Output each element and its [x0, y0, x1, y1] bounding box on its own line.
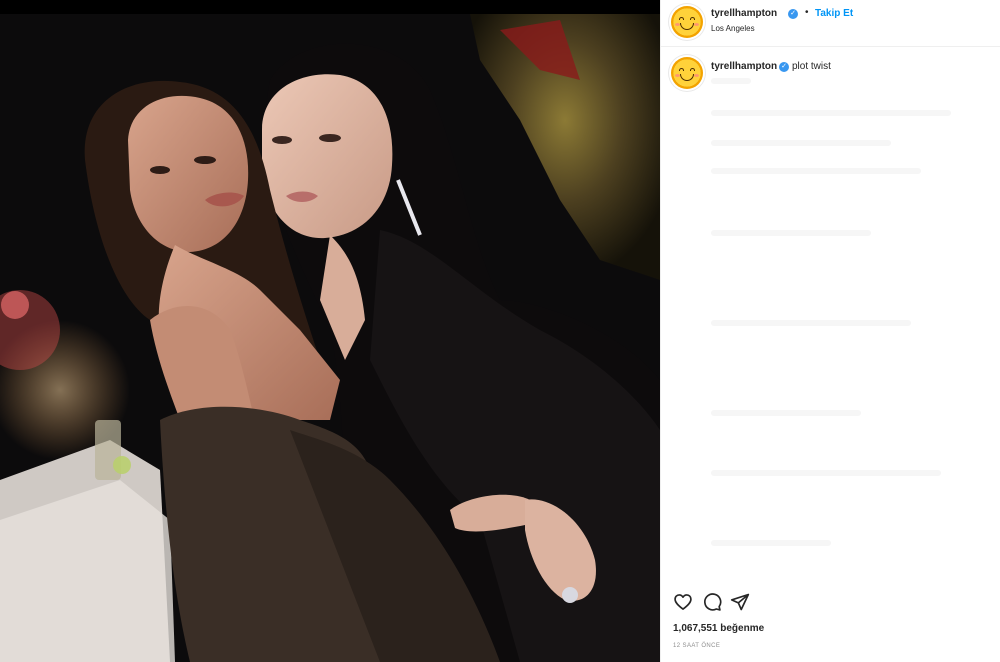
- verified-badge-icon: ✓: [788, 9, 798, 19]
- post-header: tyrellhampton ✓ • Takip Et Los Angeles: [661, 0, 1000, 47]
- follow-button[interactable]: Takip Et: [815, 8, 853, 19]
- paper-plane-icon[interactable]: [730, 592, 750, 612]
- photo-image: [0, 0, 660, 662]
- header-username[interactable]: tyrellhampton: [711, 8, 777, 19]
- header-separator: •: [805, 7, 809, 18]
- comment-bubble-icon[interactable]: [702, 592, 722, 612]
- caption-username[interactable]: tyrellhampton: [711, 61, 777, 72]
- post-photo[interactable]: [0, 0, 660, 662]
- comment-placeholder: [711, 410, 861, 416]
- comment-placeholder: [711, 320, 911, 326]
- comment-placeholder: [711, 110, 951, 116]
- comment-placeholder: [711, 168, 921, 174]
- comment-placeholder: [711, 470, 941, 476]
- likes-count[interactable]: 1,067,551 beğenme: [673, 623, 764, 634]
- smiley-face-icon[interactable]: [671, 57, 703, 89]
- post-sidebar: tyrellhampton ✓ • Takip Et Los Angeles t…: [660, 0, 1000, 662]
- smiley-face-icon[interactable]: [671, 6, 703, 38]
- post-timestamp[interactable]: 12 SAAT ÖNCE: [673, 643, 720, 649]
- comment-placeholder: [711, 540, 831, 546]
- location-link[interactable]: Los Angeles: [711, 24, 755, 33]
- comment-placeholder: [711, 140, 891, 146]
- caption-text: plot twist: [792, 61, 831, 72]
- comment-placeholder: [711, 78, 751, 84]
- comment-placeholder: [711, 230, 871, 236]
- heart-icon[interactable]: [673, 592, 693, 612]
- verified-badge-icon: ✓: [779, 62, 789, 72]
